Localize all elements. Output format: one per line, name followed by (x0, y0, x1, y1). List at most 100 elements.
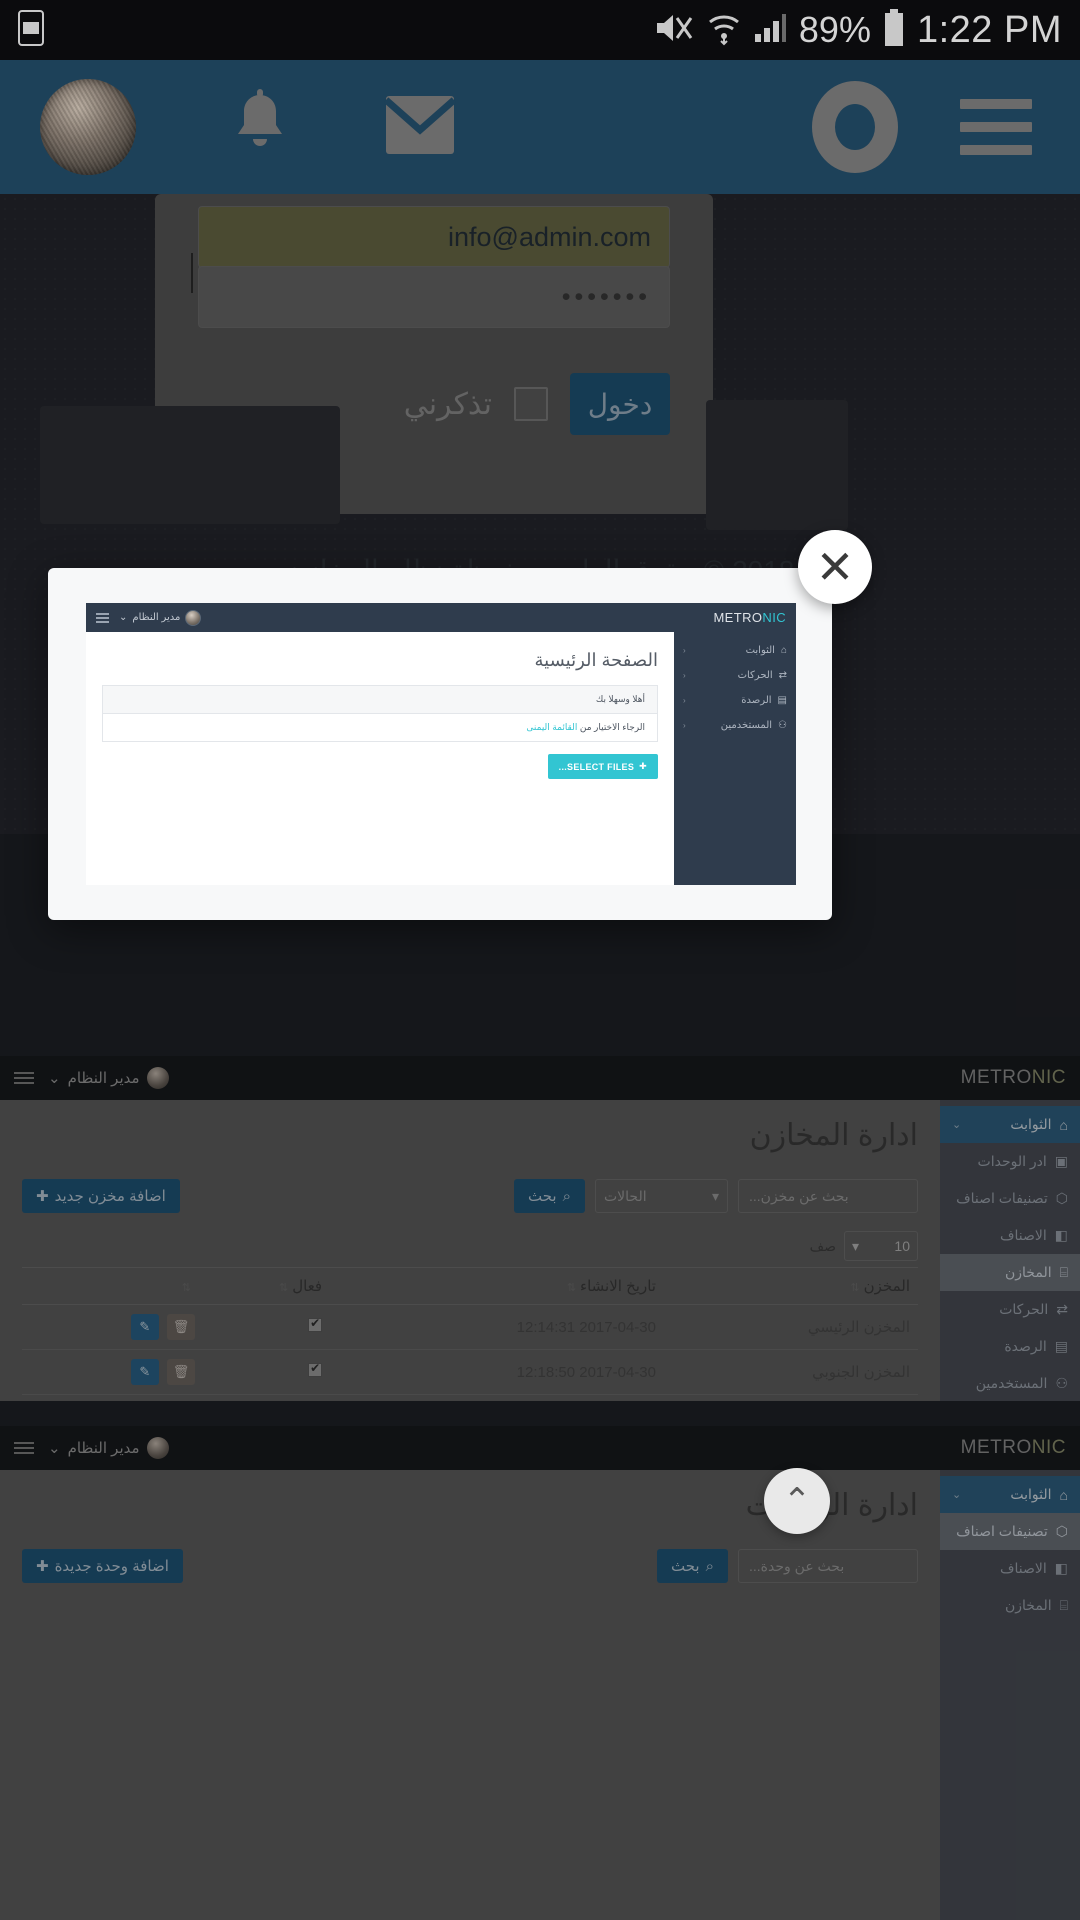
user-name-label: مدير النظام (67, 1440, 140, 1457)
text-caret (191, 253, 193, 293)
status-right-icons: 89% 1:22 PM (653, 8, 1062, 52)
cell-created-date: 2017-04-30 12:14:31 (330, 1304, 664, 1350)
plus-icon: ✚ (639, 761, 647, 771)
hamburger-menu-icon[interactable] (960, 99, 1032, 155)
active-checkbox[interactable] (308, 1361, 323, 1377)
close-icon: ✕ (815, 541, 855, 593)
sort-icon: ⇅ (278, 1282, 289, 1294)
search-button[interactable]: ⌕ بحث (657, 1549, 728, 1583)
warehouses-page: METRONIC مدير النظام ⌄ ⌂ الثوابت ⌄ ▣ ادر… (0, 1056, 1080, 1401)
add-warehouse-button[interactable]: اضافة مخزن جديد ✚ (22, 1179, 180, 1213)
home-icon: ⌂ (780, 645, 787, 656)
user-menu[interactable]: مدير النظام ⌄ (119, 609, 202, 626)
sidebar-item-balance[interactable]: ▤ الرصدة ‹ (674, 688, 796, 713)
user-menu[interactable]: مدير النظام ⌄ (48, 1437, 169, 1459)
remember-me-checkbox[interactable] (514, 387, 548, 421)
status-select[interactable]: ▾ الحالات (595, 1179, 728, 1213)
avatar[interactable] (40, 79, 136, 175)
modal-body: ⌂ الثوابت ‹ ⇄ الحركات ‹ ▤ الرصدة ‹ ⚇ الم… (86, 632, 796, 885)
page-length-select[interactable]: 10 ▾ (844, 1231, 918, 1261)
welcome-alert: أهلا وسهلا بك (102, 685, 658, 713)
sidebar-item-label: الثوابت (1010, 1116, 1052, 1132)
sidebar-item-balance[interactable]: ▤ الرصدة (940, 1328, 1080, 1365)
delete-row-button[interactable]: 🗑 (167, 1314, 195, 1340)
sidebar-item-label: المستخدمين (720, 720, 773, 731)
hamburger-menu-icon[interactable] (14, 1072, 34, 1084)
login-submit-button[interactable]: دخول (570, 373, 670, 435)
close-overlay-button[interactable]: ✕ (798, 530, 872, 604)
sidebar-item-label: الحركات (999, 1301, 1049, 1317)
hamburger-menu-icon[interactable] (14, 1442, 34, 1454)
sidebar-item-items[interactable]: ◧ الاصناف (940, 1217, 1080, 1254)
edit-row-button[interactable]: ✎ (130, 1314, 159, 1340)
sidebar-item-movements[interactable]: ⇄ الحركات ‹ (674, 663, 796, 688)
hamburger-menu-icon[interactable] (96, 612, 109, 623)
sidebar-item-warehouses[interactable]: ⌸ المخازن (940, 1254, 1080, 1291)
page-length-value: 10 (894, 1238, 910, 1254)
wifi-icon (707, 10, 741, 51)
sidebar-item-constants[interactable]: ⌂ الثوابت ‹ (674, 638, 796, 663)
sidebar-item-label: تصنيفات اصناف (956, 1523, 1048, 1539)
search-button[interactable]: ⌕ بحث (514, 1179, 585, 1213)
page-title: ادارة المخازن (749, 1119, 918, 1152)
cell-active (203, 1304, 331, 1350)
search-input[interactable]: بحث عن وحدة... (738, 1549, 918, 1583)
units-toolbar: بحث عن وحدة... ⌕ بحث اضافة وحدة جديدة ✚ (22, 1549, 918, 1583)
sidebar-item-users[interactable]: ⚇ المستخدمين ‹ (674, 713, 796, 738)
user-name-label: مدير النظام (67, 1070, 140, 1087)
tag-icon: ⬡ (1055, 1190, 1068, 1206)
cell-warehouse-name: المخزن الجنوبي (663, 1349, 918, 1395)
edit-row-button[interactable]: ✎ (130, 1359, 159, 1385)
avatar (185, 609, 202, 626)
col-header-active[interactable]: فعال⇅ (203, 1267, 331, 1305)
col-header-name[interactable]: المخزن⇅ (663, 1267, 918, 1305)
calendar-icon: ▤ (777, 695, 787, 706)
warehouse-icon: ⌸ (1059, 1597, 1068, 1613)
calendar-icon: ▤ (1054, 1338, 1068, 1354)
sidebar-item-label: الرصدة (1004, 1338, 1047, 1354)
sidebar-item-label: المستخدمين (975, 1375, 1048, 1391)
scroll-to-top-button[interactable]: ⌃ (764, 1468, 830, 1534)
search-icon: ⌕ (562, 1187, 571, 1205)
warehouses-sidebar: ⌂ الثوابت ⌄ ▣ ادر الوحدات ⬡ تصنيفات اصنا… (940, 1100, 1080, 1401)
add-unit-button[interactable]: اضافة وحدة جديدة ✚ (22, 1549, 183, 1583)
chevron-left-icon: ‹ (683, 646, 686, 655)
warehouses-main: ادارة المخازن بحث عن مخزن... ▾ الحالات ⌕… (0, 1100, 940, 1401)
brand-logo: METRONIC (960, 1067, 1066, 1088)
sidebar-item-categories[interactable]: ⬡ تصنيفات اصناف (940, 1180, 1080, 1217)
user-menu[interactable]: مدير النظام ⌄ (48, 1067, 169, 1089)
sidebar-item-constants[interactable]: ⌂ الثوابت ⌄ (940, 1476, 1080, 1513)
sidebar-item-categories[interactable]: ⬡ تصنيفات اصناف (940, 1513, 1080, 1550)
envelope-icon[interactable] (383, 94, 457, 161)
warehouses-topbar: METRONIC مدير النظام ⌄ (0, 1056, 1080, 1100)
active-checkbox[interactable] (308, 1316, 323, 1332)
delete-row-button[interactable]: 🗑 (167, 1359, 195, 1385)
background-panel-left (40, 406, 340, 524)
modal-actions-row: ✚ SELECT FILES... (102, 754, 658, 779)
sidebar-item-warehouses[interactable]: ⌸ المخازن (940, 1587, 1080, 1624)
sidebar-item-constants[interactable]: ⌂ الثوابت ⌄ (940, 1106, 1080, 1143)
warehouse-icon: ⌸ (1059, 1264, 1068, 1280)
record-circle-icon[interactable] (812, 81, 898, 173)
app-header-bar (0, 60, 1080, 194)
units-body: ⌂ الثوابت ⌄ ⬡ تصنيفات اصناف ◧ الاصناف ⌸ … (0, 1470, 1080, 1920)
status-left-icons (18, 9, 44, 51)
email-field[interactable]: info@admin.com (198, 206, 670, 268)
clock-label: 1:22 PM (916, 8, 1062, 51)
search-input[interactable]: بحث عن مخزن... (738, 1179, 918, 1213)
chevron-up-icon: ⌃ (782, 1482, 812, 1520)
sidebar-item-users[interactable]: ⚇ المستخدمين (940, 1365, 1080, 1401)
select-files-button[interactable]: ✚ SELECT FILES... (547, 754, 658, 779)
cell-created-date: 2017-04-30 12:18:50 (330, 1349, 664, 1395)
col-header-created[interactable]: تاريخ الانشاء⇅ (330, 1267, 664, 1305)
add-button-label: اضافة مخزن جديد (54, 1188, 166, 1205)
table-header-row: المخزن⇅ تاريخ الانشاء⇅ فعال⇅ ⇅ (22, 1267, 918, 1305)
bell-icon[interactable] (228, 88, 292, 166)
sidebar-item-units[interactable]: ▣ ادر الوحدات (940, 1143, 1080, 1180)
sidebar-item-movements[interactable]: ⇄ الحركات (940, 1291, 1080, 1328)
sidebar-item-label: الاصناف (1000, 1560, 1047, 1576)
password-field[interactable]: ••••••• (191, 253, 670, 328)
instruction-text: الرجاء الاختيار من (577, 722, 645, 732)
sidebar-item-items[interactable]: ◧ الاصناف (940, 1550, 1080, 1587)
sidebar-item-label: تصنيفات اصناف (956, 1190, 1048, 1206)
